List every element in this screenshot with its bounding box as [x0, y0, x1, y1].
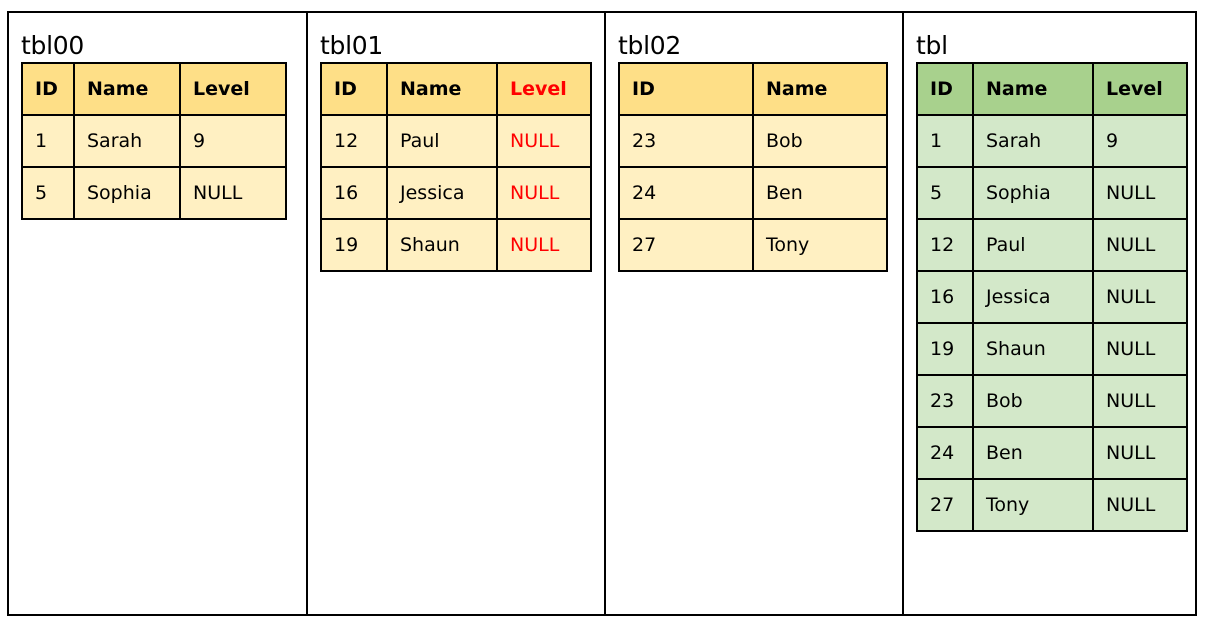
table-cell: 16: [320, 166, 388, 220]
table-header-row: ID Name Level: [21, 62, 287, 116]
panel-tbl01: tbl01 ID Name Level 12 Paul NULL 16 Jess…: [306, 13, 604, 614]
panel-tbl02: tbl02 ID Name 23 Bob 24 Ben 27 Tony: [604, 13, 902, 614]
panel-tbl: tbl ID Name Level 1 Sarah 9 5 Sophia NUL…: [902, 13, 1195, 614]
table-title-tbl02: tbl02: [618, 31, 681, 60]
table-cell: Tony: [752, 218, 888, 272]
table-header-row: ID Name Level: [916, 62, 1188, 116]
table-cell: Ben: [752, 166, 888, 220]
table-cell: Paul: [972, 218, 1094, 272]
diagram-frame: tbl00 ID Name Level 1 Sarah 9 5 Sophia N…: [7, 11, 1197, 616]
header-cell: Level: [1092, 62, 1188, 116]
table-row: 23 Bob: [618, 114, 888, 168]
table-cell: Tony: [972, 478, 1094, 532]
header-cell: ID: [618, 62, 754, 116]
table-cell: 19: [916, 322, 974, 376]
table-cell: NULL: [179, 166, 287, 220]
table-row: 1 Sarah 9: [21, 114, 287, 168]
table-row: 16 Jessica NULL: [916, 270, 1188, 324]
table-cell: Jessica: [386, 166, 498, 220]
table-cell: 23: [916, 374, 974, 428]
table-cell: Jessica: [972, 270, 1094, 324]
table-cell: 27: [916, 478, 974, 532]
table-row: 19 Shaun NULL: [916, 322, 1188, 376]
table-cell: NULL: [1092, 270, 1188, 324]
table-cell: 24: [618, 166, 754, 220]
table-row: 5 Sophia NULL: [916, 166, 1188, 220]
table-cell: Shaun: [972, 322, 1094, 376]
table-cell: Ben: [972, 426, 1094, 480]
table-cell: Sophia: [73, 166, 181, 220]
table-cell: NULL: [1092, 218, 1188, 272]
header-cell: Name: [972, 62, 1094, 116]
table-title-tbl: tbl: [916, 31, 948, 60]
table-cell: NULL: [1092, 166, 1188, 220]
table-header-row: ID Name: [618, 62, 888, 116]
table-row: 27 Tony: [618, 218, 888, 272]
table-row: 24 Ben: [618, 166, 888, 220]
table-cell: 9: [1092, 114, 1188, 168]
header-cell: ID: [320, 62, 388, 116]
table-row: 16 Jessica NULL: [320, 166, 592, 220]
table-cell: Sarah: [73, 114, 181, 168]
table-cell-highlighted: NULL: [496, 166, 592, 220]
table-cell: 24: [916, 426, 974, 480]
table-cell: NULL: [1092, 478, 1188, 532]
table-cell: 9: [179, 114, 287, 168]
table-cell: 16: [916, 270, 974, 324]
table-cell-highlighted: NULL: [496, 218, 592, 272]
table-cell: 23: [618, 114, 754, 168]
table-cell: Paul: [386, 114, 498, 168]
header-cell: Name: [386, 62, 498, 116]
table-title-tbl01: tbl01: [320, 31, 383, 60]
table-cell: Bob: [972, 374, 1094, 428]
header-cell: Name: [752, 62, 888, 116]
table-cell: 1: [21, 114, 75, 168]
header-cell: ID: [21, 62, 75, 116]
header-cell: Name: [73, 62, 181, 116]
table-cell: Bob: [752, 114, 888, 168]
table-tbl01: ID Name Level 12 Paul NULL 16 Jessica NU…: [320, 62, 592, 272]
table-cell: NULL: [1092, 374, 1188, 428]
table-row: 5 Sophia NULL: [21, 166, 287, 220]
table-header-row: ID Name Level: [320, 62, 592, 116]
table-cell: Sophia: [972, 166, 1094, 220]
table-row: 12 Paul NULL: [916, 218, 1188, 272]
table-row: 12 Paul NULL: [320, 114, 592, 168]
table-cell: 12: [320, 114, 388, 168]
table-tbl: ID Name Level 1 Sarah 9 5 Sophia NULL 12…: [916, 62, 1188, 532]
table-cell: 12: [916, 218, 974, 272]
table-cell: 1: [916, 114, 974, 168]
table-cell: 19: [320, 218, 388, 272]
table-row: 19 Shaun NULL: [320, 218, 592, 272]
table-cell: 5: [21, 166, 75, 220]
header-cell-highlighted: Level: [496, 62, 592, 116]
table-cell: NULL: [1092, 322, 1188, 376]
table-cell: Sarah: [972, 114, 1094, 168]
table-row: 23 Bob NULL: [916, 374, 1188, 428]
table-tbl00: ID Name Level 1 Sarah 9 5 Sophia NULL: [21, 62, 287, 220]
table-row: 1 Sarah 9: [916, 114, 1188, 168]
table-tbl02: ID Name 23 Bob 24 Ben 27 Tony: [618, 62, 888, 272]
table-row: 27 Tony NULL: [916, 478, 1188, 532]
table-title-tbl00: tbl00: [21, 31, 84, 60]
header-cell: Level: [179, 62, 287, 116]
table-cell: NULL: [1092, 426, 1188, 480]
panel-tbl00: tbl00 ID Name Level 1 Sarah 9 5 Sophia N…: [9, 13, 306, 614]
table-row: 24 Ben NULL: [916, 426, 1188, 480]
header-cell: ID: [916, 62, 974, 116]
table-cell: Shaun: [386, 218, 498, 272]
table-cell: 5: [916, 166, 974, 220]
table-cell: 27: [618, 218, 754, 272]
table-cell-highlighted: NULL: [496, 114, 592, 168]
